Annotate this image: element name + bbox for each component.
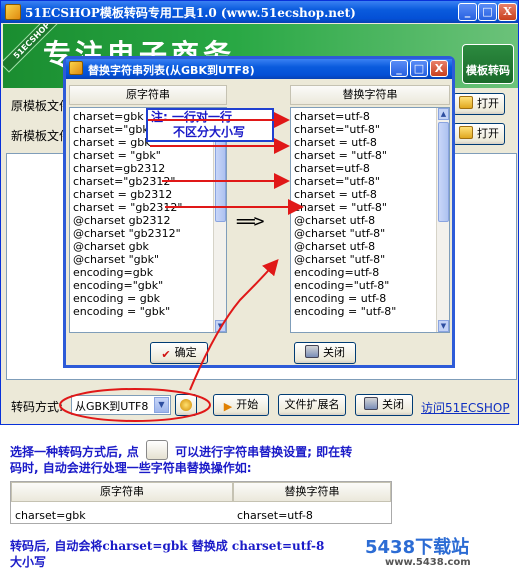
example-table: 原字符串 替换字符串 charset=gbk charset=utf-8 (10, 481, 392, 524)
explanation-line1a: 选择一种转码方式后, 点 (10, 445, 139, 459)
watermark-logo: 5438下载站 (365, 537, 470, 558)
example-right-value: charset=utf-8 (237, 509, 313, 522)
footer-explanation: 转码后, 自动会将charset=gbk 替换成 charset=utf-8 大… (10, 538, 324, 570)
example-left-header: 原字符串 (11, 482, 233, 502)
example-left-value: charset=gbk (15, 509, 86, 522)
footer-line1: 转码后, 自动会将charset=gbk 替换成 charset=utf-8 (10, 539, 325, 553)
explanation-line2: 码时, 自动会进行处理一些字符串替换操作如: (10, 461, 252, 475)
example-right-header: 替换字符串 (233, 482, 391, 502)
red-highlight-ellipse (59, 388, 211, 422)
settings-icon (145, 440, 168, 460)
footer-line2: 大小写 (10, 555, 47, 569)
red-curved-arrow (189, 258, 279, 391)
explanation-line1b: 可以进行字符串替换设置; 即在转 (175, 445, 353, 459)
explanation-text: 选择一种转码方式后, 点 可以进行字符串替换设置; 即在转 码时, 自动会进行处… (10, 440, 510, 476)
watermark-url: www.5438.com (385, 557, 471, 568)
